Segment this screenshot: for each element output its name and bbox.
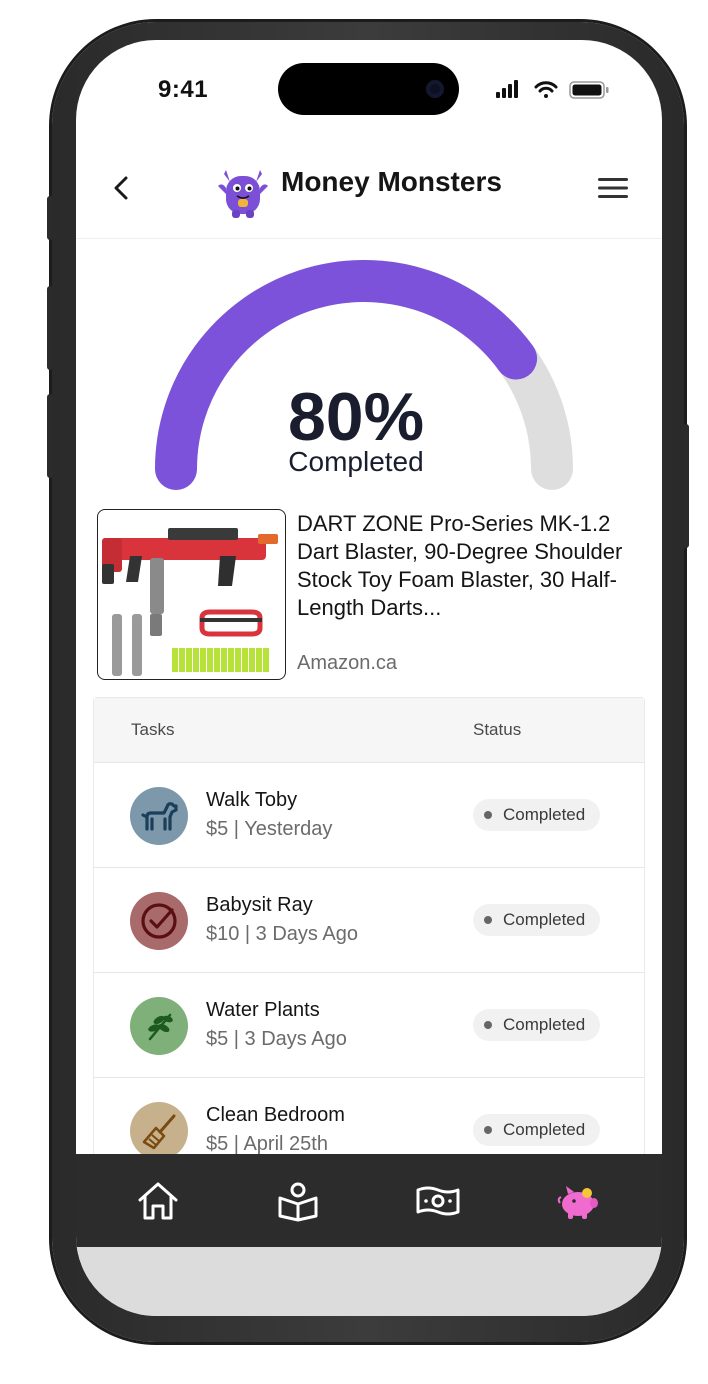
task-row[interactable]: Babysit Ray $10 | 3 Days Ago Completed [94,868,644,973]
task-meta: $10 | 3 Days Ago [206,923,358,945]
status-text: Completed [503,1015,586,1034]
front-camera [426,80,444,98]
product-image[interactable] [97,509,286,680]
phone-action-button [47,196,53,240]
task-meta: $5 | Yesterday [206,818,333,840]
phone-screen: 9:41 Money Monsters 80% Completed DART Z… [76,40,662,1316]
task-name: Water Plants [206,999,320,1021]
app-title: Money Monsters [281,166,502,197]
status-badge: Completed [473,1114,601,1146]
money-icon[interactable] [414,1176,462,1224]
tasks-table: Tasks Status Walk Toby $5 | Yesterday Co… [93,697,645,1184]
task-row[interactable]: Water Plants $5 | 3 Days Ago Completed [94,973,644,1078]
leaf-icon [130,997,188,1055]
status-bar: 9:41 [76,40,662,150]
battery-icon [569,81,609,99]
back-chevron-icon[interactable] [106,170,136,206]
home-indicator-area [76,1247,662,1316]
bottom-nav [76,1154,662,1247]
status-icons [496,80,609,99]
phone-volume-down-button [47,394,53,478]
status-text: Completed [503,910,586,929]
monster-logo-icon [218,170,268,218]
broom-icon [130,1102,188,1160]
task-meta: $5 | April 25th [206,1133,328,1155]
status-badge: Completed [473,904,601,936]
task-name: Clean Bedroom [206,1104,345,1126]
status-text: Completed [503,805,586,824]
progress-label: Completed [288,446,424,477]
phone-volume-up-button [47,286,53,370]
signal-icon [496,80,518,98]
hamburger-menu-icon[interactable] [596,174,630,202]
learn-book-icon[interactable] [274,1176,322,1224]
piggy-bank-icon[interactable] [554,1176,602,1224]
status-text: Completed [503,1120,586,1139]
status-dot [484,916,492,924]
dog-icon [130,787,188,845]
status-column-header: Status [473,720,522,739]
status-dot [484,811,492,819]
table-header: Tasks Status [94,698,644,763]
status-badge: Completed [473,1009,601,1041]
status-dot [484,1021,492,1029]
app-header: Money Monsters [76,150,662,239]
dynamic-island [278,63,459,115]
task-meta: $5 | 3 Days Ago [206,1028,347,1050]
product-title[interactable]: DART ZONE Pro-Series MK-1.2 Dart Blaster… [297,510,647,622]
status-badge: Completed [473,799,601,831]
task-row[interactable]: Walk Toby $5 | Yesterday Completed [94,763,644,868]
status-dot [484,1126,492,1134]
task-name: Babysit Ray [206,894,313,916]
progress-percent: 80% [287,379,425,455]
task-name: Walk Toby [206,789,298,811]
check-circle-icon [130,892,188,950]
phone-power-button [683,424,689,548]
wifi-icon [534,81,558,98]
tasks-column-header: Tasks [131,720,175,739]
status-time: 9:41 [158,76,209,103]
product-source: Amazon.ca [297,652,398,674]
dart-blaster-image [102,528,278,676]
home-icon[interactable] [134,1176,182,1224]
